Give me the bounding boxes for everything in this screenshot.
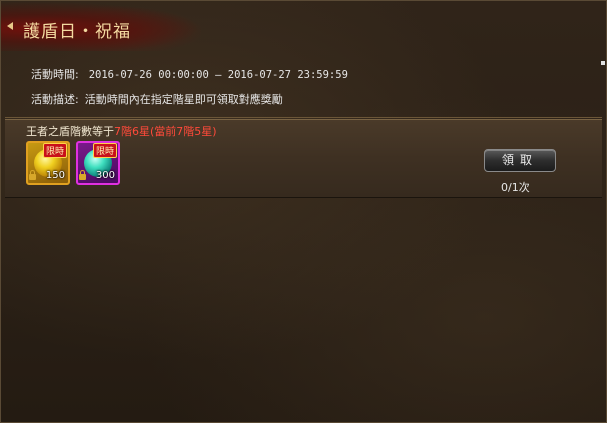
event-time-label: 活動時間: bbox=[31, 68, 79, 81]
event-time-value: 2016-07-26 00:00:00 – 2016-07-27 23:59:5… bbox=[88, 69, 348, 81]
reward-item-1[interactable]: 限時 150 bbox=[26, 141, 70, 185]
event-panel: 護盾日・祝福 活動時間: 2016-07-26 00:00:00 – 2016-0… bbox=[0, 0, 607, 423]
event-desc-label: 活動描述: bbox=[31, 93, 79, 106]
reward-item-2[interactable]: 限時 300 bbox=[76, 141, 120, 185]
task-condition: 王者之盾階數等于7階6星(當前7階5星) bbox=[26, 123, 217, 139]
claim-count: 0/1次 bbox=[501, 181, 530, 194]
reward-count: 150 bbox=[45, 170, 65, 181]
event-desc-row: 活動描述: 活動時間內在指定階星即可領取對應獎勵 bbox=[31, 91, 283, 107]
condition-prefix: 王者之盾階數等于 bbox=[26, 125, 114, 138]
limited-time-tag: 限時 bbox=[92, 143, 117, 158]
divider bbox=[5, 117, 602, 118]
scroll-indicator bbox=[601, 61, 605, 65]
claim-button[interactable]: 領取 bbox=[484, 149, 556, 172]
limited-time-tag: 限時 bbox=[42, 143, 67, 158]
page-title: 護盾日・祝福 bbox=[23, 22, 131, 42]
lock-icon bbox=[29, 170, 36, 180]
condition-highlight: 7階6星(當前7階5星) bbox=[114, 125, 217, 138]
lock-icon bbox=[79, 170, 86, 180]
event-desc-value: 活動時間內在指定階星即可領取對應獎勵 bbox=[84, 93, 283, 106]
event-time-row: 活動時間: 2016-07-26 00:00:00 – 2016-07-27 23… bbox=[31, 66, 348, 82]
reward-count: 300 bbox=[95, 170, 115, 181]
title-arrow-icon bbox=[7, 22, 13, 30]
